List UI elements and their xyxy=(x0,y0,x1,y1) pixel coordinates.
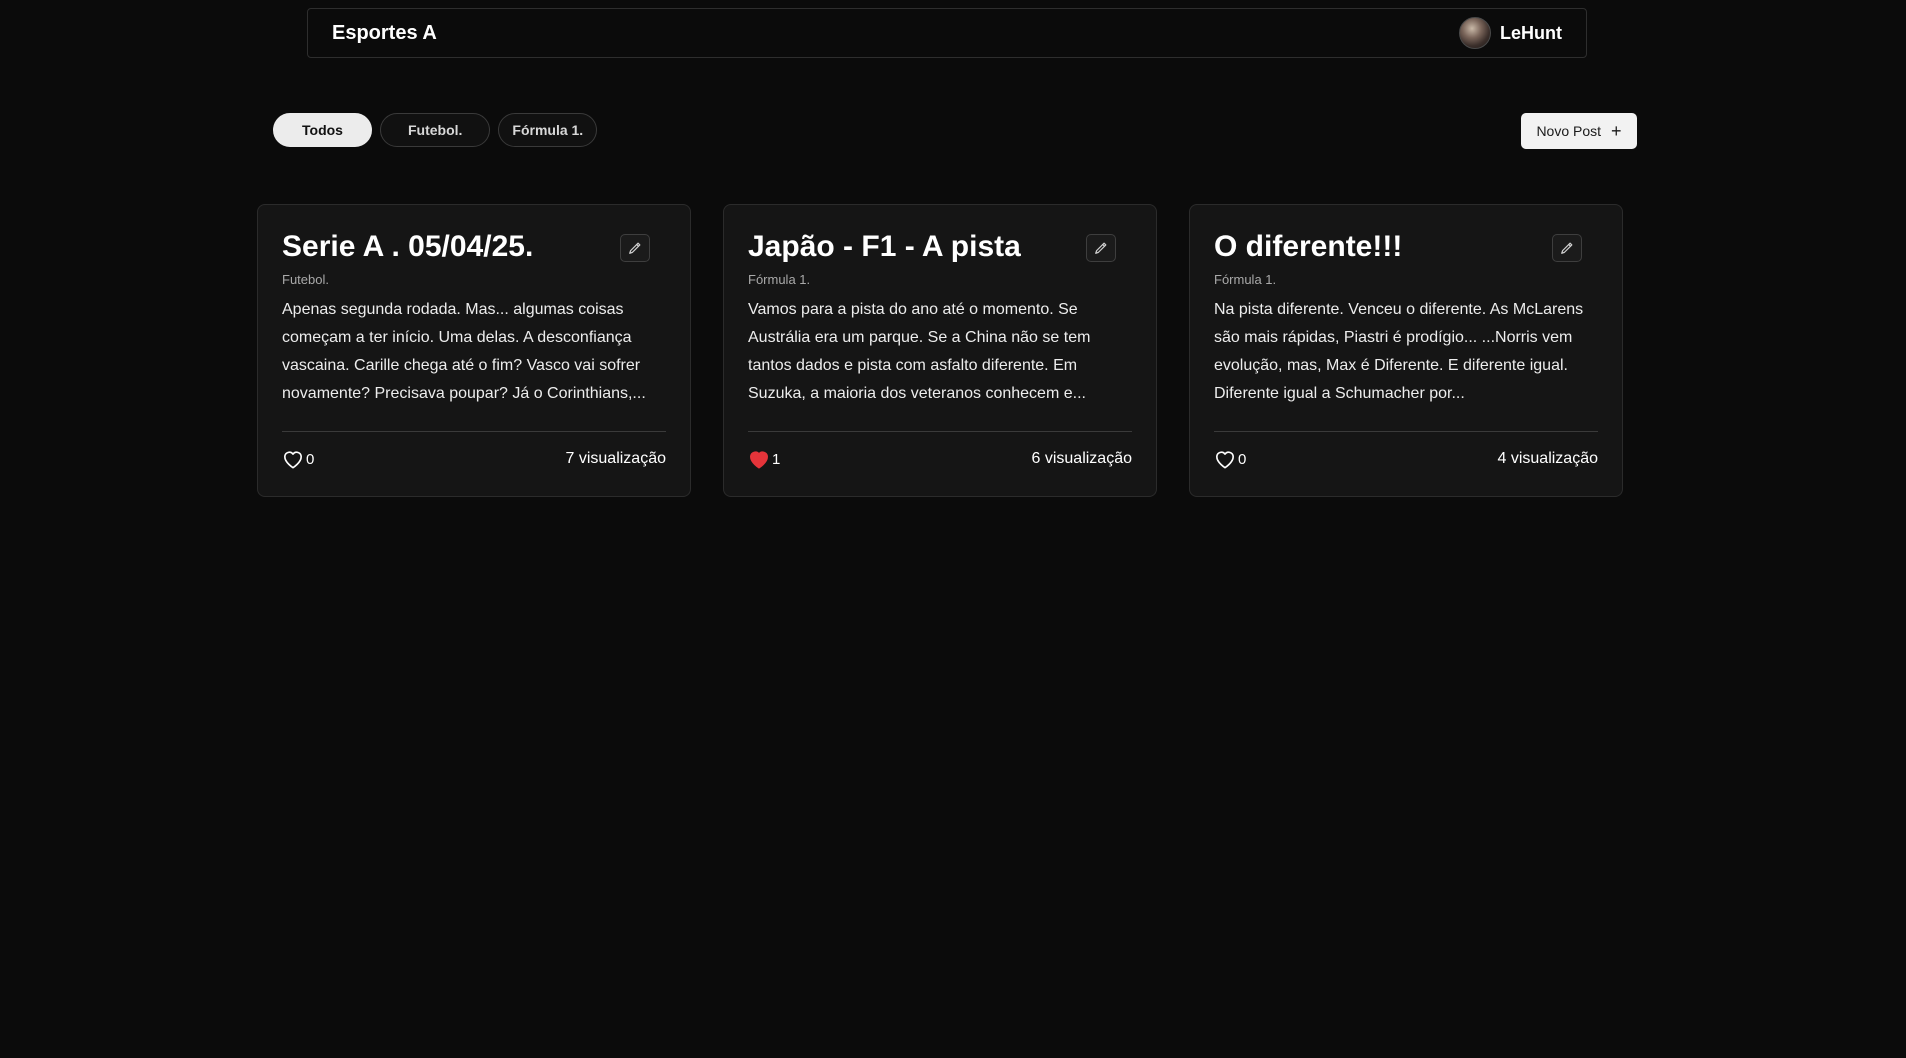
post-category: Futebol. xyxy=(282,272,329,287)
new-post-button[interactable]: Novo Post + xyxy=(1521,113,1637,149)
view-count: 7 visualização xyxy=(565,450,667,467)
like-count: 0 xyxy=(1238,451,1247,468)
post-excerpt: Vamos para a pista do ano até o momento.… xyxy=(748,301,1091,402)
top-navbar: Esportes A LeHunt xyxy=(307,8,1587,58)
like-button[interactable]: 0 xyxy=(1214,449,1246,469)
heart-filled-icon xyxy=(750,451,769,469)
username-label: LeHunt xyxy=(1500,22,1562,43)
edit-post-button[interactable] xyxy=(1552,234,1582,262)
like-count: 0 xyxy=(306,451,315,468)
post-footer: 0 7 visualização xyxy=(282,449,666,469)
heart-outline-icon xyxy=(1216,451,1234,469)
post-category: Fórmula 1. xyxy=(748,272,811,287)
post-excerpt: Apenas segunda rodada. Mas... algumas co… xyxy=(282,301,646,402)
post-excerpt: Na pista diferente. Venceu o diferente. … xyxy=(1214,301,1584,402)
edit-post-button[interactable] xyxy=(1086,234,1116,262)
filter-futebol[interactable]: Futebol. xyxy=(379,113,491,147)
card-divider xyxy=(748,431,1132,432)
heart-outline-icon xyxy=(284,451,302,469)
posts-grid: Serie A . 05/04/25. Futebol. Apenas segu… xyxy=(257,204,1623,497)
user-avatar[interactable] xyxy=(1459,17,1491,49)
card-divider xyxy=(1214,431,1598,432)
category-filters: Todos Futebol. Fórmula 1. xyxy=(273,113,598,147)
brand-title[interactable]: Esportes A xyxy=(332,22,437,45)
view-count: 6 visualização xyxy=(1031,450,1133,467)
filter-formula-1[interactable]: Fórmula 1. xyxy=(498,113,598,147)
plus-icon: + xyxy=(1611,121,1622,141)
pencil-icon xyxy=(1095,242,1107,254)
like-button[interactable]: 0 xyxy=(282,449,314,469)
post-title[interactable]: O diferente!!! xyxy=(1214,229,1598,265)
post-card[interactable]: O diferente!!! Fórmula 1. Na pista difer… xyxy=(1189,204,1623,497)
post-category: Fórmula 1. xyxy=(1214,272,1277,287)
post-title[interactable]: Japão - F1 - A pista xyxy=(748,229,1132,265)
view-count: 4 visualização xyxy=(1497,450,1599,467)
filter-todos[interactable]: Todos xyxy=(273,113,372,147)
card-divider xyxy=(282,431,666,432)
pencil-icon xyxy=(629,242,641,254)
like-button[interactable]: 1 xyxy=(748,449,780,469)
user-menu[interactable]: LeHunt xyxy=(1459,17,1562,49)
post-card[interactable]: Japão - F1 - A pista Fórmula 1. Vamos pa… xyxy=(723,204,1157,497)
edit-post-button[interactable] xyxy=(620,234,650,262)
like-count: 1 xyxy=(772,451,781,468)
pencil-icon xyxy=(1561,242,1573,254)
post-title[interactable]: Serie A . 05/04/25. xyxy=(282,229,666,265)
post-footer: 0 4 visualização xyxy=(1214,449,1598,469)
post-footer: 1 6 visualização xyxy=(748,449,1132,469)
post-card[interactable]: Serie A . 05/04/25. Futebol. Apenas segu… xyxy=(257,204,691,497)
new-post-label: Novo Post xyxy=(1536,123,1602,139)
